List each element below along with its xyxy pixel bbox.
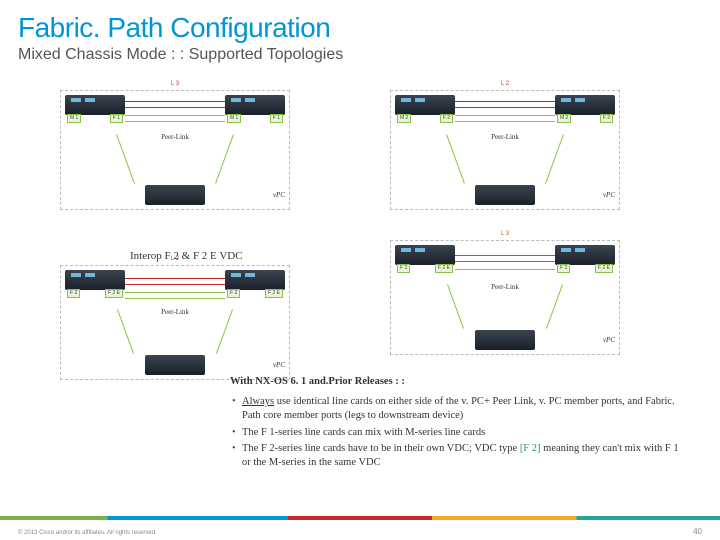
topology-3: L 3 F 2 F 2 E F 2 F 2 E Peer-Link vPC — [390, 240, 620, 355]
topology-4: L 2 F 2 F 2 E F 2 F 2 E Peer-Link vPC — [60, 265, 290, 380]
badge-f2: F 2 — [227, 289, 240, 298]
bullet-1-text: use identical line cards on either side … — [242, 396, 675, 421]
badge-f2: F 2 — [440, 114, 453, 123]
topology-2: L 2 M 2 F 2 M 2 F 2 Peer-Link vPC — [390, 90, 620, 210]
page-subtitle: Mixed Chassis Mode : : Supported Topolog… — [0, 44, 720, 64]
bullet-1: Always use identical line cards on eithe… — [230, 395, 680, 423]
bullet-2: The F 1-series line cards can mix with M… — [230, 426, 680, 440]
footer-bar — [0, 516, 720, 540]
bullet-1-underline: Always — [242, 396, 274, 407]
vpc-label: vPC — [273, 361, 285, 369]
switch-icon — [475, 330, 535, 350]
topology-caption: Interop F 2 & F 2 E VDC — [130, 250, 243, 262]
badge-f2e: F 2 E — [435, 264, 453, 273]
badge-f2e: F 2 E — [105, 289, 123, 298]
l3-label: L 3 — [501, 231, 509, 237]
notes-section: With NX-OS 6. 1 and.Prior Releases : : A… — [230, 375, 680, 472]
badge-f1: F 1 — [110, 114, 123, 123]
badge-f2: F 2 — [557, 264, 570, 273]
badge-f2: F 2 — [397, 264, 410, 273]
vpc-label: vPC — [603, 336, 615, 344]
switch-icon — [145, 355, 205, 375]
vpc-label: vPC — [273, 191, 285, 199]
switch-icon: M 1 F 1 — [225, 95, 285, 115]
topology-diagrams: L 3 M 1 F 1 M 1 F 1 Peer-Link vPC L 2 — [40, 80, 680, 370]
vpc-label: vPC — [603, 191, 615, 199]
switch-icon: M 2 F 2 — [555, 95, 615, 115]
l3-label: L 3 — [171, 81, 179, 87]
notes-title: With NX-OS 6. 1 and.Prior Releases : : — [230, 375, 680, 389]
switch-icon: M 2 F 2 — [395, 95, 455, 115]
page-title: Fabric. Path Configuration — [0, 0, 720, 44]
switch-icon: F 2 F 2 E — [225, 270, 285, 290]
switch-icon: F 2 F 2 E — [555, 245, 615, 265]
copyright-text: © 2013 Cisco and/or its affiliates. All … — [18, 530, 157, 536]
badge-f1: F 1 — [270, 114, 283, 123]
switch-icon: F 2 F 2 E — [65, 270, 125, 290]
bullet-3: The F 2-series line cards have to be in … — [230, 442, 680, 470]
bullet-3-teal: [F 2] — [520, 443, 541, 454]
badge-m2: M 2 — [397, 114, 411, 123]
badge-m1: M 1 — [67, 114, 81, 123]
l2-label: L 2 — [501, 81, 509, 87]
badge-f2e: F 2 E — [595, 264, 613, 273]
switch-icon: F 2 F 2 E — [395, 245, 455, 265]
badge-f2: F 2 — [67, 289, 80, 298]
switch-icon: M 1 F 1 — [65, 95, 125, 115]
page-number: 40 — [693, 527, 702, 536]
badge-m1: M 1 — [227, 114, 241, 123]
badge-f2: F 2 — [600, 114, 613, 123]
bullet-3-text-a: The F 2-series line cards have to be in … — [242, 443, 520, 454]
switch-icon — [145, 185, 205, 205]
switch-icon — [475, 185, 535, 205]
badge-m2: M 2 — [557, 114, 571, 123]
topology-1: L 3 M 1 F 1 M 1 F 1 Peer-Link vPC — [60, 90, 290, 210]
badge-f2e: F 2 E — [265, 289, 283, 298]
